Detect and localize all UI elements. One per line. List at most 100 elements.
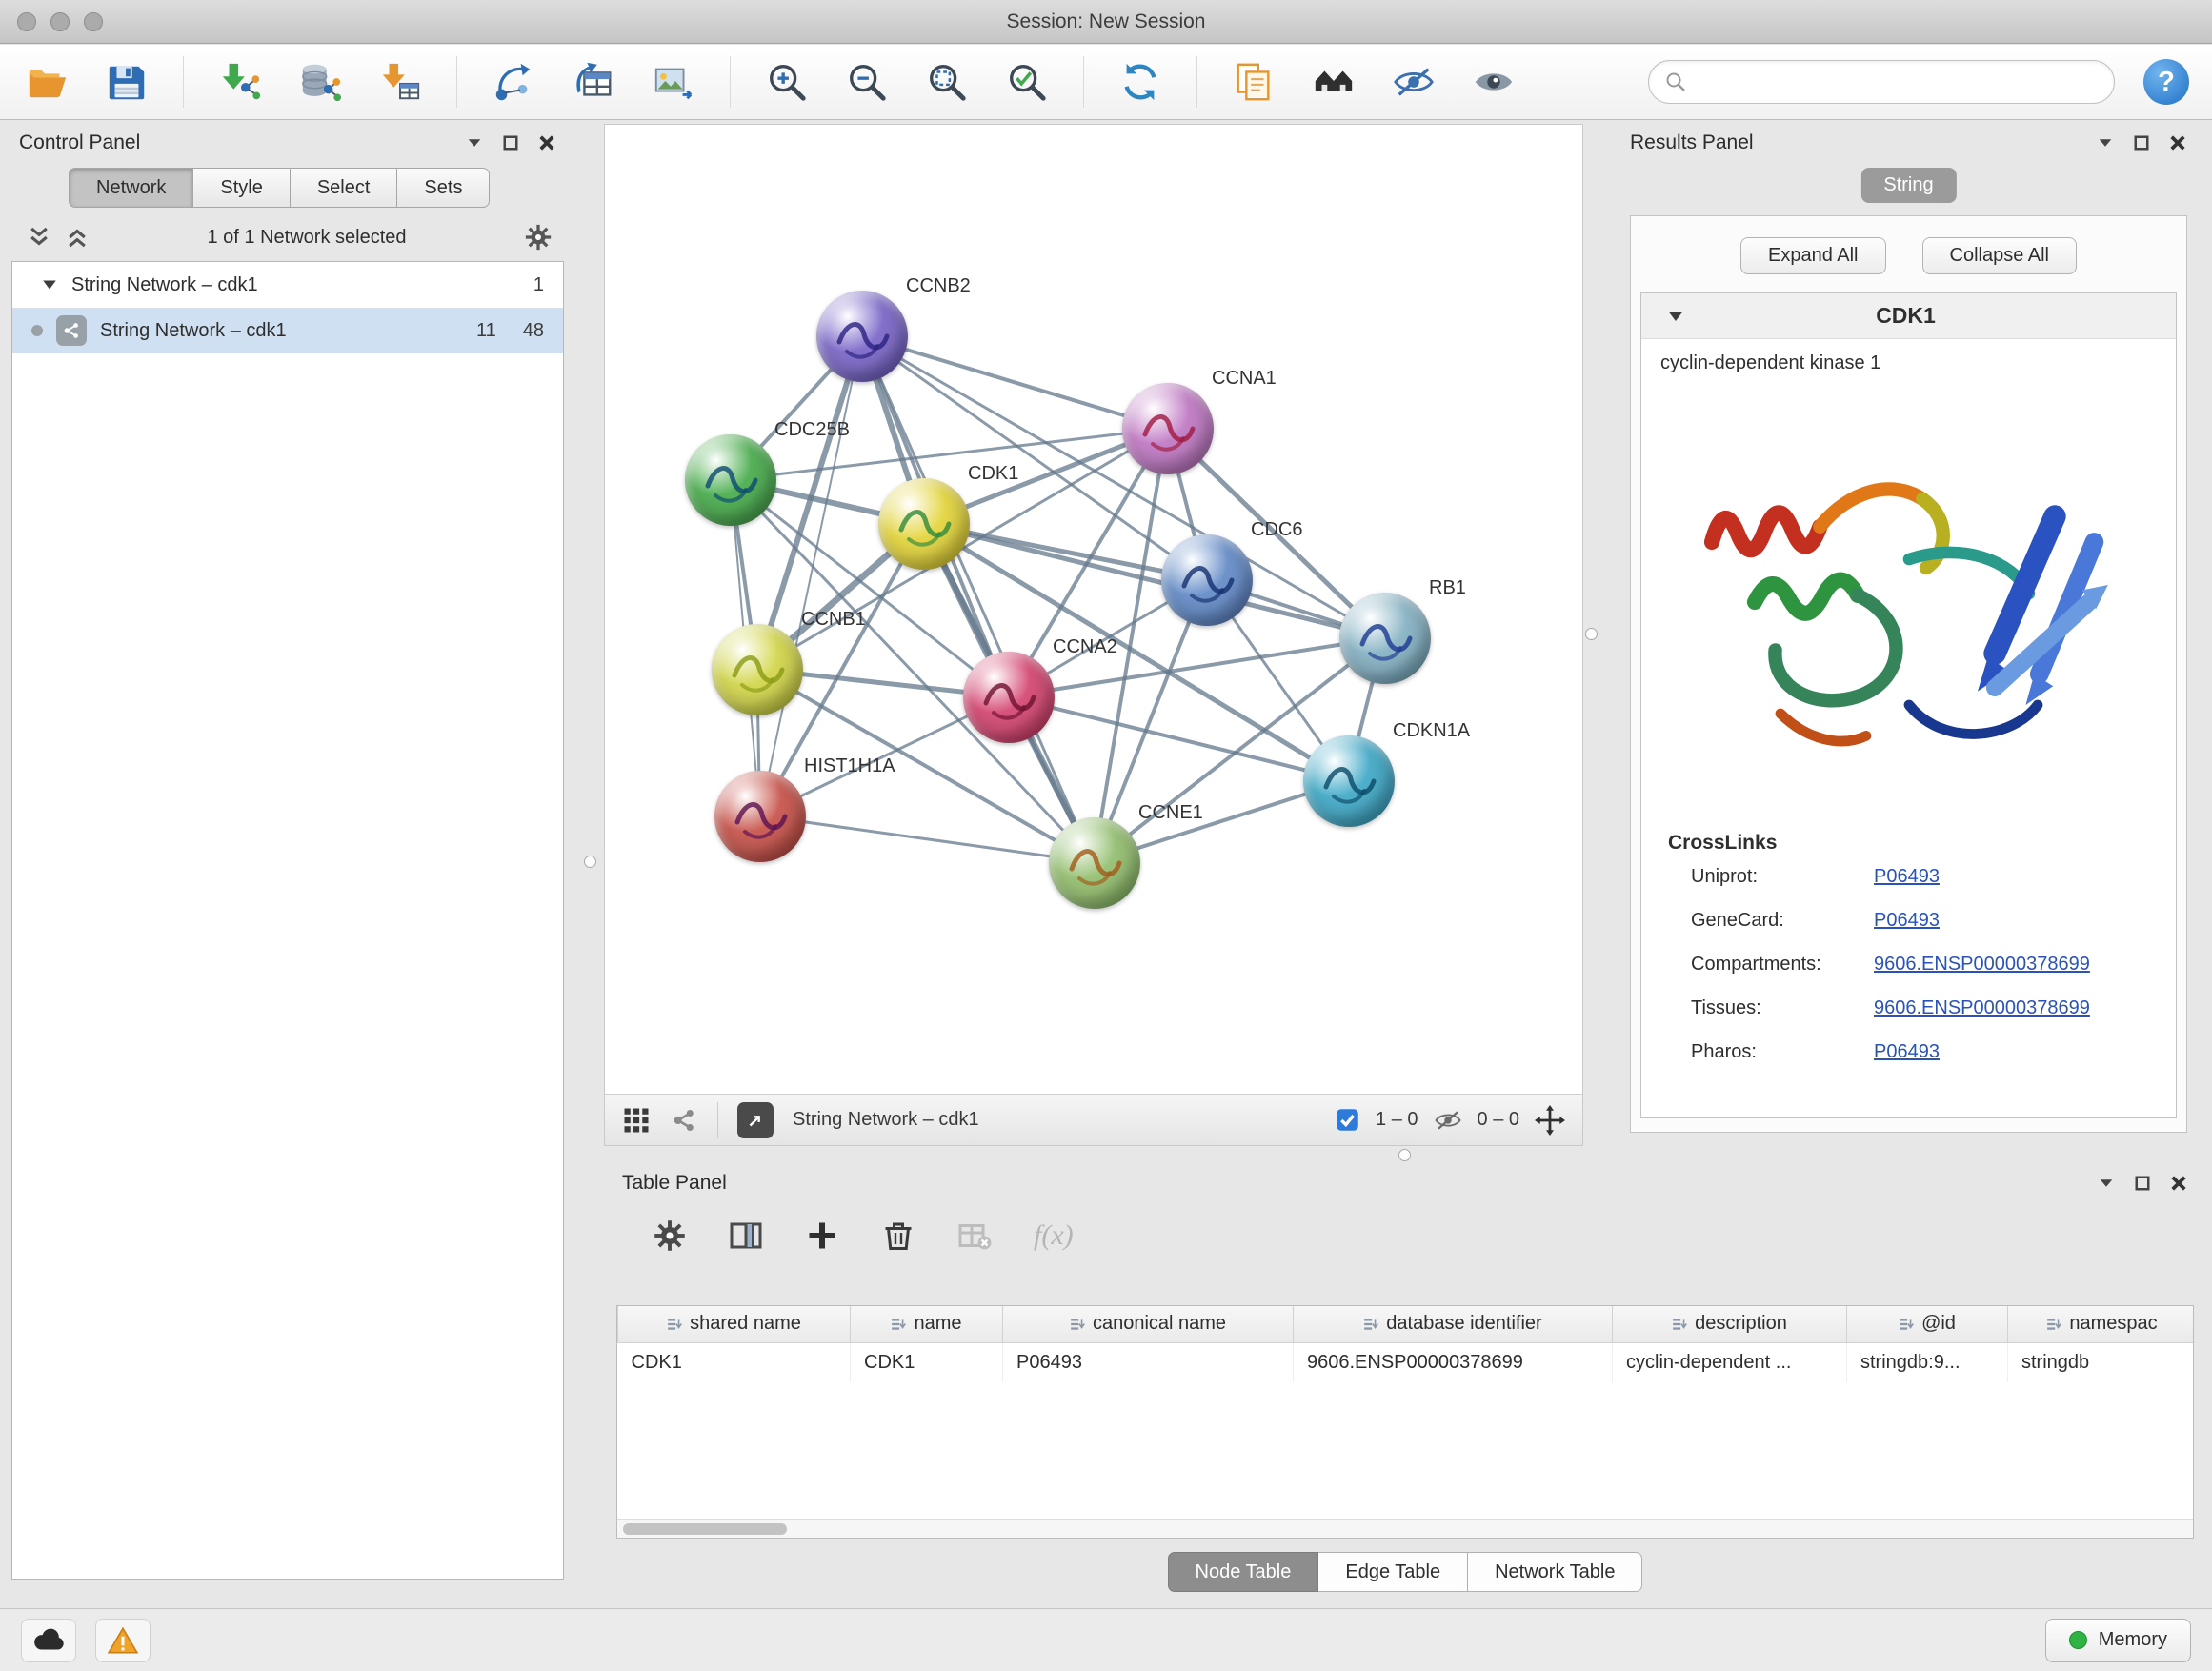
- expand-all-networks-icon[interactable]: [65, 225, 90, 250]
- save-session-icon[interactable]: [103, 58, 151, 106]
- network-selection-summary: 1 of 1 Network selected: [103, 227, 511, 249]
- hide-graphics-details-icon[interactable]: [1390, 58, 1438, 106]
- tab-string-results[interactable]: String: [1860, 168, 1956, 203]
- crosslink-link[interactable]: P06493: [1874, 910, 1940, 932]
- network-node-CCNA2[interactable]: [963, 652, 1055, 743]
- zoom-out-icon[interactable]: [843, 58, 891, 106]
- import-network-from-file-icon[interactable]: [216, 58, 264, 106]
- network-node-CDK1[interactable]: [878, 478, 970, 570]
- minimize-window-button[interactable]: [50, 12, 70, 31]
- horizontal-scrollbar[interactable]: [617, 1519, 2193, 1538]
- network-collection-row[interactable]: String Network – cdk1 1: [12, 262, 563, 308]
- right-splitter-handle[interactable]: [1585, 628, 1598, 640]
- tab-edge-table[interactable]: Edge Table: [1318, 1552, 1468, 1592]
- insert-column-icon[interactable]: [729, 1218, 763, 1253]
- close-panel-icon[interactable]: [2169, 1174, 2188, 1193]
- open-session-icon[interactable]: [23, 58, 70, 106]
- copy-documents-icon[interactable]: [1230, 58, 1277, 106]
- tab-node-table[interactable]: Node Table: [1168, 1552, 1319, 1592]
- network-node-CDKN1A[interactable]: [1303, 735, 1395, 827]
- export-image-icon[interactable]: [650, 58, 697, 106]
- collapse-panel-icon[interactable]: [465, 133, 484, 152]
- import-network-from-database-icon[interactable]: [296, 58, 344, 106]
- collapse-all-networks-icon[interactable]: [27, 225, 51, 250]
- float-panel-icon[interactable]: [501, 133, 520, 152]
- close-window-button[interactable]: [17, 12, 36, 31]
- tab-network-table[interactable]: Network Table: [1468, 1552, 1642, 1592]
- share-network-icon[interactable]: [670, 1106, 698, 1135]
- pan-crosshair-icon[interactable]: [1535, 1105, 1565, 1136]
- clear-table-icon[interactable]: [957, 1218, 992, 1253]
- delete-column-trash-icon[interactable]: [881, 1218, 915, 1253]
- column-header-canonical-name[interactable]: canonical name: [1003, 1306, 1294, 1342]
- network-node-CDC25B[interactable]: [685, 434, 776, 526]
- crosslink-label: Uniprot:: [1691, 866, 1874, 888]
- network-options-gear-icon[interactable]: [524, 223, 553, 252]
- selected-checkbox-icon[interactable]: [1335, 1107, 1360, 1133]
- column-header-database-identifier[interactable]: database identifier: [1294, 1306, 1613, 1342]
- network-edge[interactable]: [760, 815, 1094, 862]
- column-header-shared-name[interactable]: shared name: [618, 1306, 851, 1342]
- search-input[interactable]: [1697, 71, 2099, 93]
- detach-view-button[interactable]: [737, 1102, 774, 1138]
- bottom-splitter-handle[interactable]: [1398, 1149, 1411, 1161]
- warnings-button[interactable]: [95, 1619, 151, 1662]
- network-node-CDC6[interactable]: [1161, 534, 1253, 626]
- column-header-description[interactable]: description: [1613, 1306, 1847, 1342]
- import-table-icon[interactable]: [376, 58, 424, 106]
- scrollbar-thumb[interactable]: [623, 1523, 787, 1535]
- memory-button[interactable]: Memory: [2045, 1619, 2191, 1662]
- crosslink-link[interactable]: P06493: [1874, 866, 1940, 888]
- tab-sets[interactable]: Sets: [397, 168, 490, 208]
- crosslink-link[interactable]: 9606.ENSP00000378699: [1874, 997, 2090, 1019]
- function-builder-icon[interactable]: f(x): [1034, 1219, 1074, 1252]
- left-splitter-handle[interactable]: [584, 856, 596, 868]
- network-edge[interactable]: [923, 524, 1383, 638]
- help-button[interactable]: ?: [2143, 59, 2189, 105]
- maximize-window-button[interactable]: [84, 12, 103, 31]
- network-edge[interactable]: [861, 336, 1094, 862]
- new-table-icon[interactable]: [570, 58, 617, 106]
- collapse-panel-icon[interactable]: [2097, 1174, 2116, 1193]
- close-panel-icon[interactable]: [2168, 133, 2187, 152]
- collapse-panel-icon[interactable]: [2096, 133, 2115, 152]
- show-graphics-details-icon[interactable]: [1470, 58, 1518, 106]
- homes-icon[interactable]: [1310, 58, 1357, 106]
- crosslink-link[interactable]: P06493: [1874, 1041, 1940, 1063]
- network-canvas[interactable]: CCNB2CCNA1CDC25BCDK1CDC6RB1CCNB1CCNA2CDK…: [605, 125, 1582, 1094]
- network-node-CCNE1[interactable]: [1049, 817, 1140, 909]
- new-network-icon[interactable]: [490, 58, 537, 106]
- float-panel-icon[interactable]: [2132, 133, 2151, 152]
- network-row[interactable]: String Network – cdk1 11 48: [12, 308, 563, 353]
- network-node-CCNB2[interactable]: [816, 291, 908, 382]
- add-column-plus-icon[interactable]: [805, 1218, 839, 1253]
- search-box[interactable]: [1648, 60, 2115, 104]
- hidden-eye-slash-icon[interactable]: [1434, 1106, 1462, 1135]
- zoom-in-icon[interactable]: [763, 58, 811, 106]
- cloud-button[interactable]: [21, 1619, 76, 1662]
- network-node-RB1[interactable]: [1339, 593, 1431, 684]
- tab-network[interactable]: Network: [69, 168, 193, 208]
- tree-expand-icon[interactable]: [41, 276, 58, 293]
- expand-all-button[interactable]: Expand All: [1740, 237, 1886, 274]
- tab-select[interactable]: Select: [291, 168, 398, 208]
- zoom-selected-icon[interactable]: [1003, 58, 1051, 106]
- close-panel-icon[interactable]: [537, 133, 556, 152]
- network-node-CCNB1[interactable]: [712, 624, 803, 715]
- column-header-name[interactable]: name: [851, 1306, 1003, 1342]
- network-node-HIST1H1A[interactable]: [714, 771, 806, 862]
- collapse-all-button[interactable]: Collapse All: [1922, 237, 2078, 274]
- zoom-fit-icon[interactable]: [923, 58, 971, 106]
- network-edge[interactable]: [760, 336, 862, 816]
- table-options-gear-icon[interactable]: [653, 1218, 687, 1253]
- column-header-namespace[interactable]: namespac: [2008, 1306, 2195, 1342]
- section-collapse-icon[interactable]: [1666, 307, 1685, 326]
- refresh-view-icon[interactable]: [1116, 58, 1164, 106]
- network-node-CCNA1[interactable]: [1122, 383, 1214, 474]
- column-header-id[interactable]: @id: [1847, 1306, 2008, 1342]
- birds-eye-view-icon[interactable]: [622, 1106, 651, 1135]
- crosslink-link[interactable]: 9606.ENSP00000378699: [1874, 954, 2090, 976]
- tab-style[interactable]: Style: [193, 168, 290, 208]
- float-panel-icon[interactable]: [2133, 1174, 2152, 1193]
- table-row[interactable]: CDK1 CDK1 P06493 9606.ENSP00000378699 cy…: [618, 1342, 2195, 1382]
